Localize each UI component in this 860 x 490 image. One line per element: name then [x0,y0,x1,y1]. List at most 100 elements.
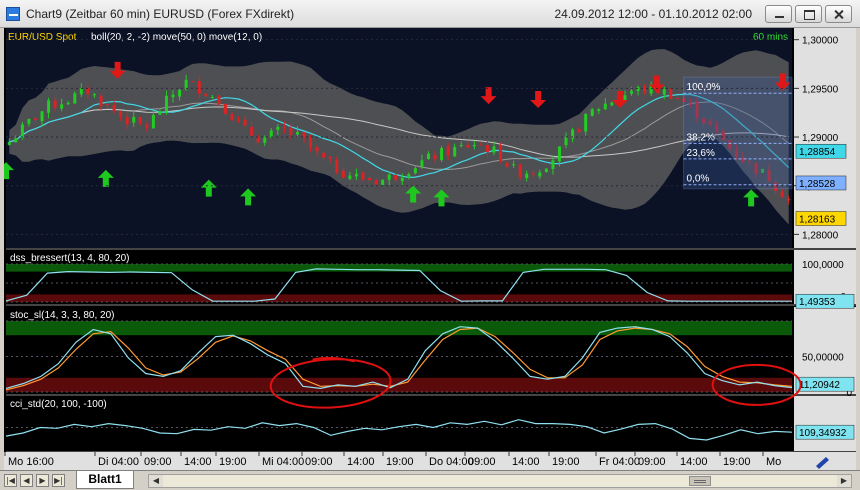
candle-body [485,144,489,153]
candle-body [106,104,110,106]
candle-body [315,147,319,152]
next-sheet-icon[interactable]: ▶ [36,474,49,487]
candle-body [132,117,136,123]
timeframe-label: 60 mins [753,32,788,43]
candle-body [669,89,673,99]
candle-body [420,160,424,167]
stoch-value-label: 11,20942 [799,380,840,391]
candle-body [603,103,607,110]
time-tick-label: Do 04:00 [429,456,474,468]
oversold-zone [6,377,792,392]
scroll-right-icon[interactable]: ▶ [837,475,851,487]
candle-body [282,127,286,129]
tab-blatt1[interactable]: Blatt1 [76,471,134,489]
last-sheet-icon[interactable]: ▶| [52,474,65,487]
first-sheet-icon[interactable]: |◀ [4,474,17,487]
overbought-zone [6,321,792,336]
price-tick-label: 1,30000 [802,36,839,47]
fibonacci-label: 23,6% [687,148,715,159]
candle-body [492,146,496,153]
minimize-button[interactable] [765,5,792,23]
prev-sheet-icon[interactable]: ◀ [20,474,33,487]
horizontal-scrollbar[interactable]: ◀ ▶ [148,474,852,488]
candle-body [20,124,24,138]
candle-body [446,146,450,156]
scroll-thumb[interactable] [689,476,711,486]
window-title: Chart9 (Zeitbar 60 min) EURUSD (Forex FX… [26,7,295,21]
candle-body [184,79,188,90]
time-tick-label: Fr 04:00 [599,456,640,468]
candle-body [675,98,679,100]
time-tick-label: 14:00 [680,456,708,468]
chart-window: Chart9 (Zeitbar 60 min) EURUSD (Forex FX… [0,0,860,490]
cci-value-label: 109,34932 [799,428,847,439]
candle-body [210,96,214,98]
candle-body [610,102,614,106]
candle-body [204,93,208,96]
price-panel-label: EUR/USD Spot [8,32,77,43]
scroll-left-icon[interactable]: ◀ [149,475,163,487]
candle-body [538,172,542,177]
candle-body [368,178,372,181]
price-panel-overlays: boll(20, 2, -2) move(50, 0) move(12, 0) [91,32,262,43]
candle-body [590,109,594,116]
close-button[interactable] [825,5,852,23]
candle-body [223,103,227,114]
candle-body [151,114,155,129]
candle-body [171,94,175,98]
candle-body [60,104,64,109]
candle-body [125,117,129,125]
candle-body [33,118,37,120]
time-tick-label: 09:00 [144,456,172,468]
dss-label: dss_bressert(13, 4, 80, 20) [10,253,130,264]
sheet-tab-bar: |◀ ◀ ▶ ▶| Blatt1 ◀ ▶ [0,470,860,490]
candle-body [14,138,18,143]
dss-value-label: 1,49353 [799,297,836,308]
time-tick-label: 14:00 [512,456,540,468]
candle-body [289,128,293,135]
candle-body [269,130,273,138]
candle-body [119,111,123,117]
candle-body [341,170,345,178]
candle-body [191,81,195,83]
candle-body [66,102,70,105]
price-value-label: 1,28528 [799,179,836,190]
candle-body [7,142,11,145]
maximize-button[interactable] [795,5,822,23]
candle-body [394,175,398,180]
candle-body [597,109,601,111]
candle-body [544,168,548,173]
candle-body [577,129,581,132]
candle-body [164,95,168,112]
candle-body [531,173,535,175]
title-bar[interactable]: Chart9 (Zeitbar 60 min) EURUSD (Forex FX… [0,0,860,28]
time-tick-label: 09:00 [468,456,496,468]
candle-body [564,136,568,146]
price-value-label: 1,28163 [799,215,836,226]
candle-body [374,180,378,185]
time-tick-label: 19:00 [723,456,751,468]
candle-body [79,88,83,95]
chart-area[interactable]: 100,0% 38,2% 23,6% 0,0% EUR/USD Spot boll(20,… [4,28,856,470]
candle-body [256,136,260,143]
panel-3-bg [6,396,792,451]
candle-body [217,95,221,105]
candle-body [27,119,31,124]
fibonacci-label: 100,0% [687,82,721,93]
candle-body [453,147,457,157]
candle-body [178,89,182,97]
stoch-label: stoc_sl(14, 3, 3, 80, 20) [10,310,115,321]
candle-body [361,172,365,180]
candle-body [505,163,509,167]
candle-body [335,159,339,173]
fibonacci-label: 38,2% [687,132,715,143]
candle-body [138,116,142,124]
candle-body [230,113,234,121]
candle-body [472,144,476,147]
candle-body [197,81,201,94]
candle-body [499,144,503,162]
candle-body [407,174,411,178]
candle-body [440,148,444,161]
candle-body [636,86,640,91]
candle-body [623,95,627,101]
